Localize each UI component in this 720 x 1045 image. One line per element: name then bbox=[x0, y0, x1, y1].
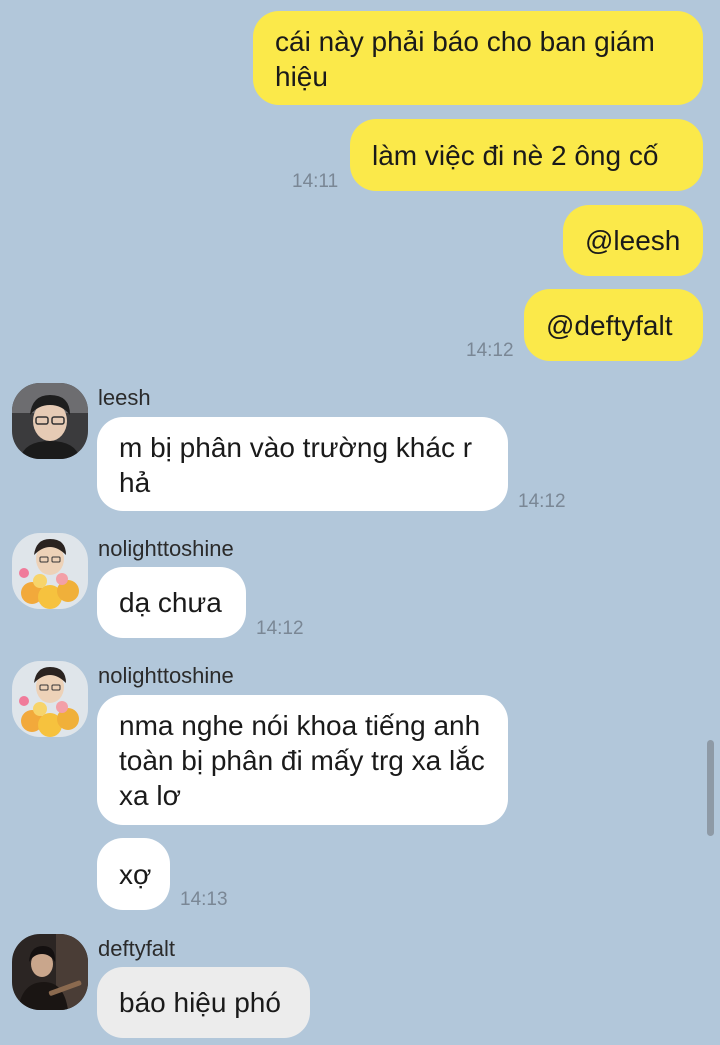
sender-name: nolighttoshine bbox=[98, 663, 234, 688]
message-text: @leesh bbox=[585, 225, 681, 256]
message-text: làm việc đi nè 2 ông cố bbox=[372, 139, 659, 171]
message-time: 14:12 bbox=[466, 340, 514, 361]
outgoing-message[interactable]: cái này phải báo cho ban giám hiệu bbox=[253, 11, 703, 105]
sender-name: deftyfalt bbox=[98, 936, 176, 961]
sender-name: nolighttoshine bbox=[98, 536, 234, 561]
outgoing-message[interactable]: làm việc đi nè 2 ông cố bbox=[350, 119, 703, 191]
message-text: cái này phải báo cho ban giám hiệu bbox=[275, 26, 655, 92]
avatar-leesh[interactable] bbox=[12, 383, 88, 459]
incoming-message[interactable]: báo hiệu phó bbox=[97, 967, 310, 1038]
incoming-message[interactable]: nma nghe nói khoa tiếng anh toàn bị phân… bbox=[97, 695, 508, 825]
message-text: dạ chưa bbox=[119, 587, 222, 618]
avatar-nolighttoshine[interactable] bbox=[12, 661, 88, 737]
message-time: 14:12 bbox=[256, 618, 304, 639]
outgoing-message[interactable]: @leesh bbox=[563, 205, 703, 276]
message-time: 14:11 bbox=[292, 171, 339, 192]
message-text: @deftyfalt bbox=[546, 309, 673, 341]
message-text: báo hiệu phó bbox=[119, 987, 281, 1018]
message-time: 14:13 bbox=[180, 889, 228, 910]
scrollbar-thumb[interactable] bbox=[707, 740, 714, 836]
message-text: xợ bbox=[119, 858, 152, 890]
sender-name: leesh bbox=[98, 385, 151, 410]
incoming-message[interactable]: dạ chưa bbox=[97, 567, 246, 638]
avatar-nolighttoshine[interactable] bbox=[12, 533, 88, 609]
outgoing-message[interactable]: @deftyfalt bbox=[524, 289, 703, 361]
message-text: nma nghe nói khoa tiếng anh toàn bị phân… bbox=[119, 710, 485, 811]
message-time: 14:12 bbox=[518, 491, 566, 512]
message-text: m bị phân vào trường khác r hả bbox=[119, 432, 473, 498]
incoming-message[interactable]: m bị phân vào trường khác r hả bbox=[97, 417, 508, 511]
avatar-deftyfalt[interactable] bbox=[12, 934, 88, 1010]
incoming-message[interactable]: xợ bbox=[97, 838, 170, 910]
